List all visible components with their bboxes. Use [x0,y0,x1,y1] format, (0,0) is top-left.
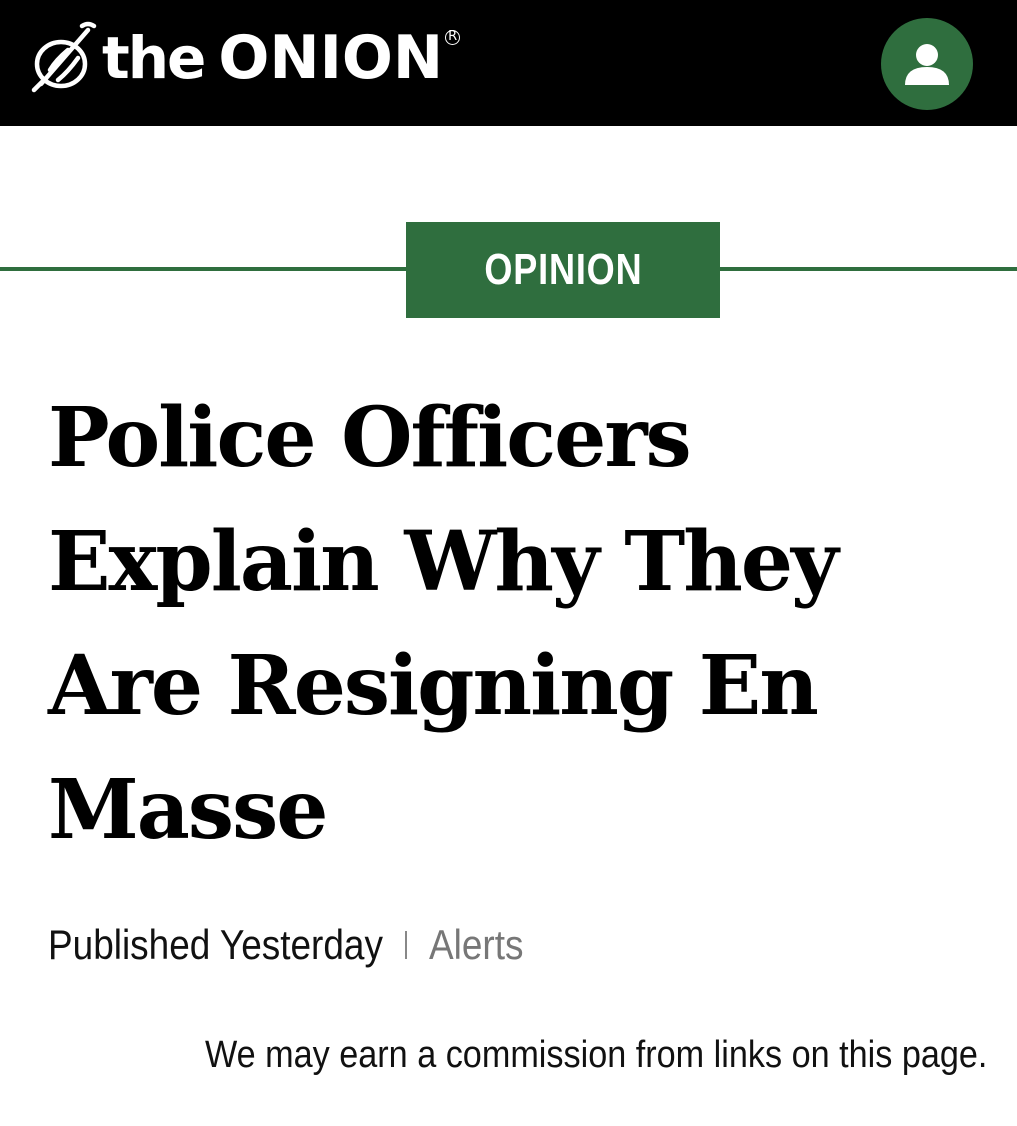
logo-wordmark-the: the [102,24,206,92]
logo-wordmark-onion: ONION [218,23,444,93]
section-tag-opinion[interactable]: OPINION [406,222,720,318]
site-header: the ONION R [0,0,1017,126]
article-meta: Published Yesterday Alerts [48,918,536,972]
meta-separator [404,931,407,959]
section-tag-label: OPINION [483,245,643,294]
onion-logo-icon [31,21,97,93]
article-headline: Police Officers Explain Why They Are Res… [48,390,839,858]
user-icon [905,44,949,85]
affiliate-disclaimer: We may earn a commission from links on t… [204,1034,987,1076]
published-date: Published Yesterday [48,921,383,968]
account-button[interactable] [881,18,973,110]
alerts-link[interactable]: Alerts [429,921,523,969]
onion-logo[interactable]: the ONION R [28,18,461,98]
registered-mark: R [445,30,461,45]
